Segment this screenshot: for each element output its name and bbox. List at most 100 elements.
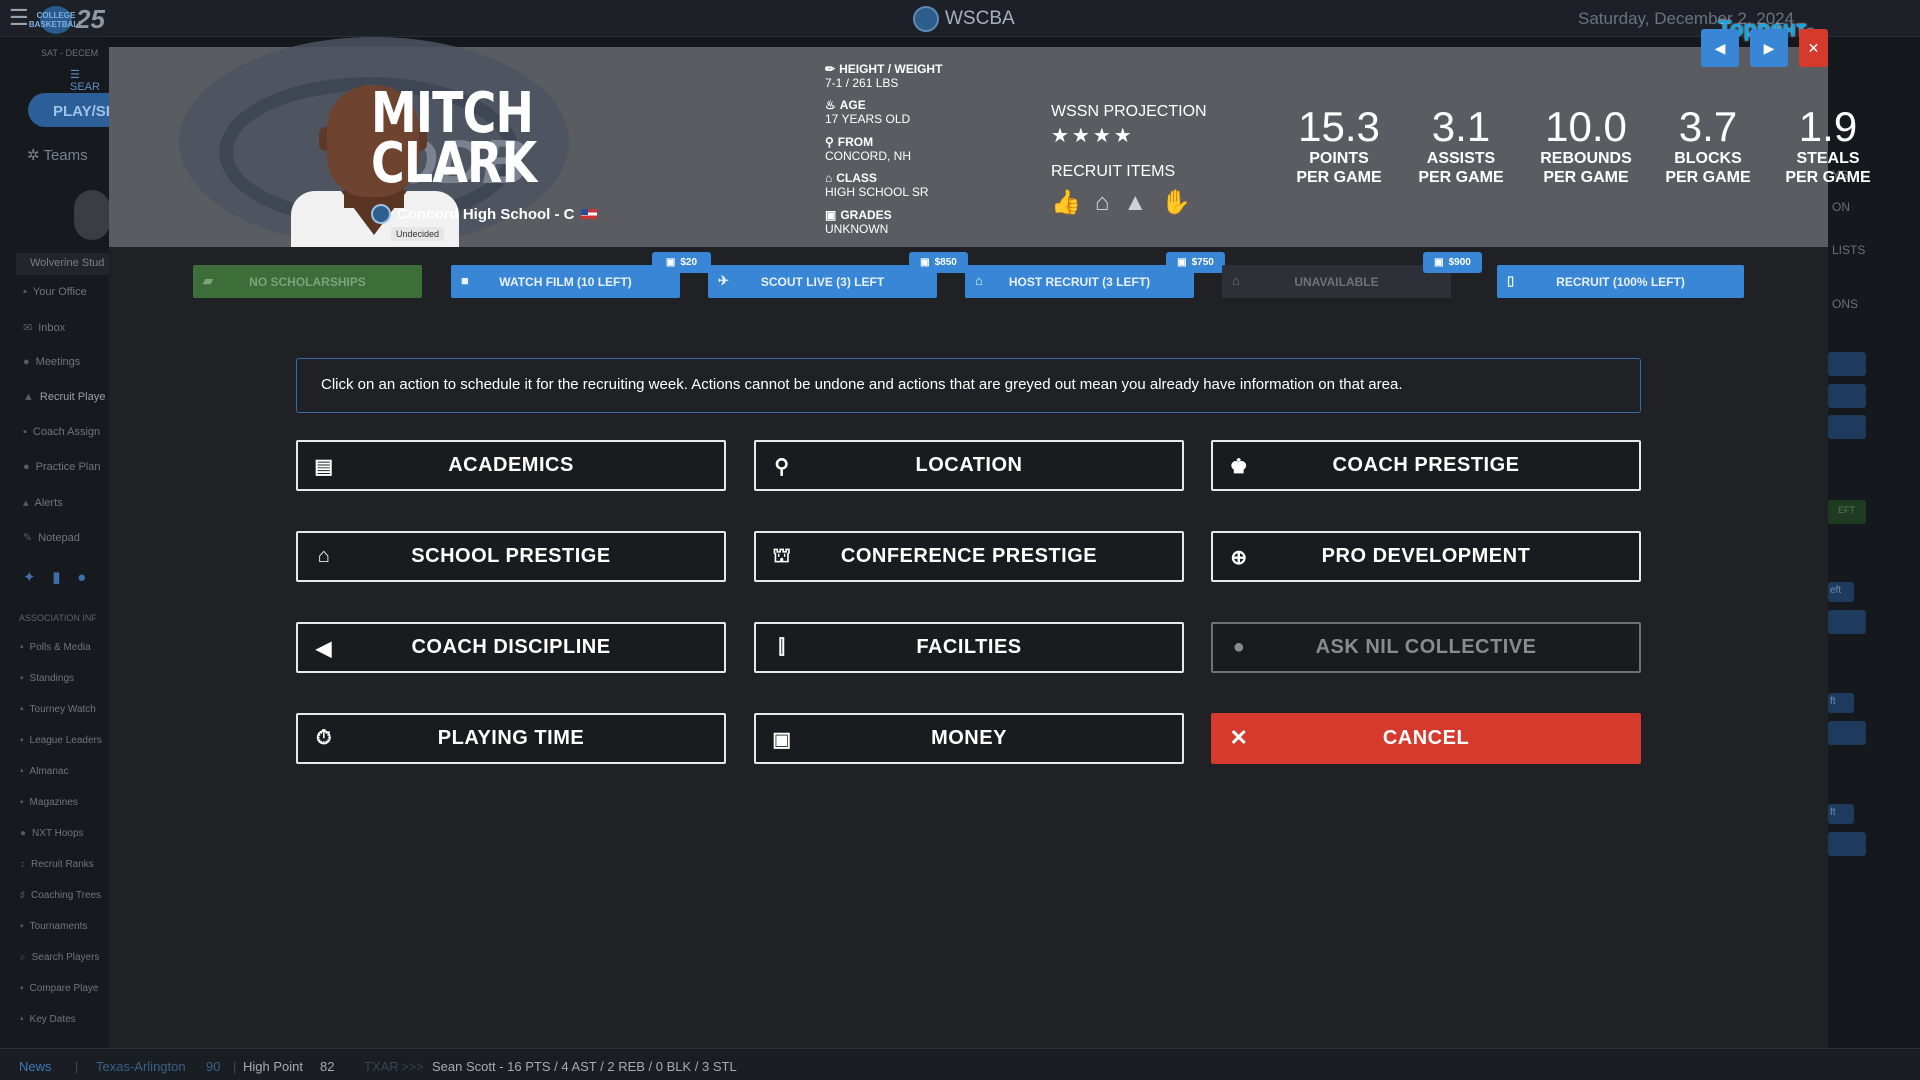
right-edge-button[interactable] bbox=[1828, 721, 1866, 745]
scout-live-button[interactable]: ✈ SCOUT LIVE (3) LEFT bbox=[708, 265, 937, 298]
action-label: SCOUT LIVE (3) LEFT bbox=[760, 274, 885, 289]
sidebar-item-tourney-watch[interactable]: ▪ Tourney Watch bbox=[20, 704, 96, 715]
sidebar-item-your-office[interactable]: ▪ Your Office bbox=[23, 286, 87, 298]
coach-prestige-button[interactable]: ♚ COACH PRESTIGE bbox=[1211, 440, 1641, 491]
coach-discipline-button[interactable]: ◀ COACH DISCIPLINE bbox=[296, 622, 726, 673]
right-edge-button[interactable] bbox=[1828, 610, 1866, 634]
stat-assists: 3.1 ASSISTS PER GAME bbox=[1406, 105, 1516, 187]
sidebar-item-polls-media[interactable]: ▪ Polls & Media bbox=[20, 642, 91, 653]
option-label: ASK NIL COLLECTIVE bbox=[1315, 636, 1537, 658]
sidebar-item-inbox[interactable]: ✉ Inbox bbox=[23, 321, 65, 334]
from-value: CONCORD, NH bbox=[825, 149, 911, 163]
right-edge-button[interactable]: ft bbox=[1828, 693, 1854, 713]
ticker-team1[interactable]: Texas-Arlington bbox=[96, 1059, 186, 1074]
right-edge-button[interactable]: EFT bbox=[1828, 500, 1866, 524]
sidebar-item-coaching-trees[interactable]: ♯ Coaching Trees bbox=[20, 890, 101, 901]
home-icon: ⌂ bbox=[1232, 273, 1240, 288]
sidebar-item-label: Your Office bbox=[32, 286, 87, 298]
sidebar-item-alerts[interactable]: ▴ Alerts bbox=[23, 496, 63, 509]
sidebar-item-notepad[interactable]: ✎ Notepad bbox=[23, 531, 80, 544]
option-label: SCHOOL PRESTIGE bbox=[411, 545, 611, 567]
chevron-left-icon: ◀ bbox=[1714, 39, 1726, 56]
unavailable-button[interactable]: ⌂ UNAVAILABLE bbox=[1222, 265, 1451, 298]
sidebar-item-label: Notepad bbox=[38, 532, 80, 544]
stat-label: STEALS bbox=[1796, 150, 1860, 167]
coach-avatar[interactable] bbox=[74, 190, 110, 240]
sidebar-item-recruit-players[interactable]: ▲ Recruit Playe bbox=[23, 391, 105, 403]
sidebar-quick-icons[interactable]: ✦ ▮ ● bbox=[23, 568, 86, 586]
conference-prestige-button[interactable]: ⛫ CONFERENCE PRESTIGE bbox=[754, 531, 1184, 582]
bell-icon: ▴ bbox=[23, 497, 29, 509]
sidebar-item-coach-assign[interactable]: ▪ Coach Assign bbox=[23, 426, 100, 438]
sidebar-item-practice-plan[interactable]: ● Practice Plan bbox=[23, 461, 100, 473]
chart-icon: ▪ bbox=[20, 673, 24, 684]
sidebar-team-name[interactable]: Wolverine Stud bbox=[16, 253, 109, 275]
ticker-divider: | bbox=[75, 1059, 79, 1074]
ask-nil-collective-button[interactable]: ● ASK NIL COLLECTIVE bbox=[1211, 622, 1641, 673]
stat-label: PER GAME bbox=[1665, 169, 1751, 186]
logo-badge: COLLEGE BASKETBALL bbox=[29, 5, 83, 34]
right-edge-button[interactable] bbox=[1828, 384, 1866, 408]
right-edge-button[interactable]: eft bbox=[1828, 582, 1854, 602]
sidebar-item-standings[interactable]: ▪ Standings bbox=[20, 673, 74, 684]
host-recruit-button[interactable]: ⌂ HOST RECRUIT (3 LEFT) bbox=[965, 265, 1194, 298]
stat-value: 3.1 bbox=[1431, 103, 1491, 150]
sidebar-item-key-dates[interactable]: ▪ Key Dates bbox=[20, 1014, 76, 1025]
from-label: FROM bbox=[837, 135, 874, 149]
sidebar-teams[interactable]: ✲ Teams bbox=[27, 146, 88, 164]
map-pin-icon: ⚲ bbox=[774, 456, 790, 478]
stat-label: PER GAME bbox=[1418, 169, 1504, 186]
playing-time-button[interactable]: ⏱ PLAYING TIME bbox=[296, 713, 726, 764]
cancel-button[interactable]: ✕ CANCEL bbox=[1211, 713, 1641, 764]
school-icon: ⌂ bbox=[1094, 189, 1124, 216]
sidebar-search[interactable]: ☰ SEAR bbox=[70, 68, 109, 93]
class-label: CLASS bbox=[836, 171, 877, 185]
right-edge-button[interactable] bbox=[1828, 832, 1866, 856]
next-player-button[interactable]: ▶ bbox=[1750, 29, 1788, 67]
recruit-call-button[interactable]: ▯ RECRUIT (100% LEFT) bbox=[1497, 265, 1744, 298]
league-title: WSCBA bbox=[913, 6, 1015, 32]
sidebar-item-compare-players[interactable]: ▪ Compare Playe bbox=[20, 983, 98, 994]
ticker-team2[interactable]: High Point bbox=[243, 1059, 303, 1074]
cost-value: $900 bbox=[1448, 257, 1471, 268]
app-logo: COLLEGE BASKETBALL 25 bbox=[29, 4, 105, 35]
hamburger-menu-icon[interactable]: ☰ bbox=[9, 7, 29, 29]
money-button[interactable]: ▣ MONEY bbox=[754, 713, 1184, 764]
watch-film-cost-badge: ▣ $20 bbox=[652, 252, 711, 273]
sidebar-item-nxt-hoops[interactable]: ● NXT Hoops bbox=[20, 828, 84, 839]
sidebar-item-meetings[interactable]: ● Meetings bbox=[23, 356, 80, 368]
sidebar-item-league-leaders[interactable]: ▪ League Leaders bbox=[20, 735, 102, 746]
ticker-team-code: TXAR bbox=[364, 1059, 399, 1074]
right-panel-background bbox=[1828, 38, 1920, 1048]
location-button[interactable]: ⚲ LOCATION bbox=[754, 440, 1184, 491]
sidebar-item-label: Meetings bbox=[35, 356, 81, 368]
right-edge-button[interactable]: ft bbox=[1828, 804, 1854, 824]
stat-label: PER GAME bbox=[1785, 169, 1871, 186]
player-school[interactable]: Concord High School - C bbox=[371, 204, 597, 224]
sidebar-item-almanac[interactable]: ▪ Almanac bbox=[20, 766, 68, 777]
news-link[interactable]: News bbox=[19, 1059, 52, 1074]
option-label: COACH PRESTIGE bbox=[1332, 454, 1520, 476]
money-bill-icon: ▣ bbox=[772, 729, 792, 751]
sidebar-item-search-players[interactable]: ⌕ Search Players bbox=[20, 952, 99, 963]
chat-icon: ● bbox=[23, 356, 30, 368]
close-modal-button[interactable]: ✕ bbox=[1799, 29, 1828, 67]
right-edge-text: LISTS bbox=[1832, 243, 1866, 257]
sidebar-item-magazines[interactable]: ▪ Magazines bbox=[20, 797, 78, 808]
watch-film-button[interactable]: ■ WATCH FILM (10 LEFT) bbox=[451, 265, 680, 298]
academics-button[interactable]: ▤ ACADEMICS bbox=[296, 440, 726, 491]
previous-player-button[interactable]: ◀ bbox=[1701, 29, 1739, 67]
action-label: HOST RECRUIT (3 LEFT) bbox=[1008, 274, 1151, 289]
right-edge-text: ONS bbox=[1832, 297, 1859, 311]
right-edge-button[interactable] bbox=[1828, 415, 1866, 439]
right-edge-button[interactable] bbox=[1828, 352, 1866, 376]
no-scholarships-button[interactable]: ▰ NO SCHOLARSHIPS bbox=[193, 265, 422, 298]
sidebar-item-recruit-ranks[interactable]: ↕ Recruit Ranks bbox=[20, 859, 94, 870]
school-prestige-button[interactable]: ⌂ SCHOOL PRESTIGE bbox=[296, 531, 726, 582]
sidebar-item-label: Magazines bbox=[29, 797, 78, 808]
sidebar-item-tournaments[interactable]: ▪ Tournaments bbox=[20, 921, 87, 932]
facilities-button[interactable]: ⫿ FACILTIES bbox=[754, 622, 1184, 673]
stat-value: 10.0 bbox=[1545, 103, 1627, 150]
pro-development-button[interactable]: ⊕ PRO DEVELOPMENT bbox=[1211, 531, 1641, 582]
grades-info: ▣ GRADES UNKNOWN bbox=[825, 208, 892, 236]
